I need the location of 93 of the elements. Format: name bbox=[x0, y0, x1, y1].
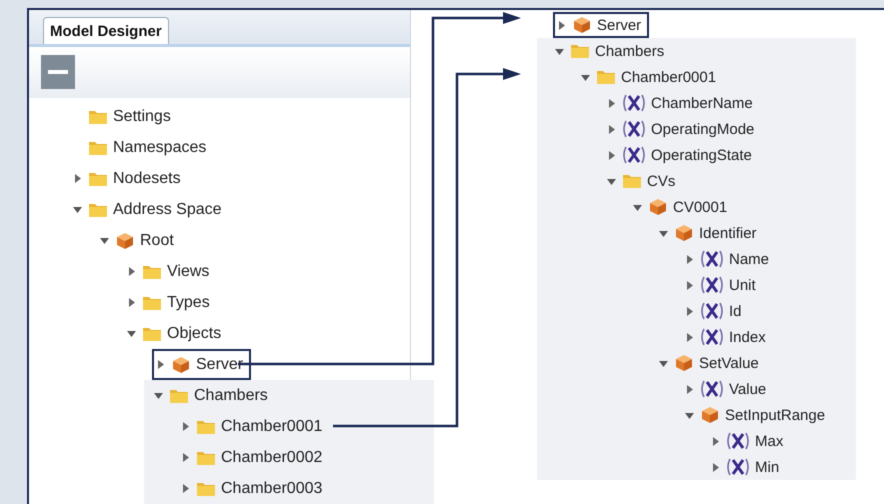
variable-icon bbox=[726, 432, 750, 450]
tree-item[interactable]: Chamber0002 bbox=[179, 442, 322, 473]
expanded-triangle-icon[interactable] bbox=[658, 358, 668, 368]
tree-item[interactable]: Chambers bbox=[152, 380, 268, 411]
cube-icon bbox=[674, 354, 694, 372]
expanded-triangle-icon[interactable] bbox=[658, 228, 668, 238]
variable-icon bbox=[700, 250, 724, 268]
tree-item[interactable]: Chamber0001 bbox=[179, 411, 322, 442]
folder-icon bbox=[88, 140, 108, 156]
cube-icon bbox=[648, 198, 668, 216]
collapsed-triangle-icon[interactable] bbox=[684, 280, 694, 290]
variable-icon bbox=[726, 458, 750, 476]
tree-item[interactable]: Unit bbox=[683, 272, 756, 298]
collapsed-triangle-icon[interactable] bbox=[606, 98, 616, 108]
collapse-button[interactable] bbox=[41, 55, 75, 90]
collapsed-triangle-icon[interactable] bbox=[126, 298, 136, 307]
tree-item[interactable]: Objects bbox=[125, 318, 222, 349]
tree-item[interactable]: Root bbox=[98, 225, 174, 256]
cube-icon bbox=[115, 232, 135, 250]
collapsed-triangle-icon[interactable] bbox=[710, 462, 720, 472]
tree-item[interactable]: Views bbox=[125, 256, 210, 287]
folder-icon bbox=[88, 202, 108, 218]
folder-icon bbox=[142, 294, 162, 310]
tree-item[interactable]: CVs bbox=[605, 168, 676, 194]
tree-item[interactable]: Address Space bbox=[71, 194, 222, 225]
folder-icon bbox=[169, 388, 189, 404]
variable-icon bbox=[622, 120, 646, 138]
folder-icon bbox=[596, 69, 616, 85]
collapsed-triangle-icon[interactable] bbox=[684, 254, 694, 264]
variable-icon bbox=[700, 276, 724, 294]
tree-item[interactable]: Chamber0003 bbox=[179, 473, 322, 504]
cube-icon bbox=[572, 16, 592, 34]
tree-item[interactable]: OperatingMode bbox=[605, 116, 754, 142]
tree-item[interactable]: Nodesets bbox=[71, 163, 181, 194]
collapsed-triangle-icon[interactable] bbox=[684, 332, 694, 342]
expanded-triangle-icon[interactable] bbox=[126, 329, 136, 338]
cube-icon bbox=[674, 224, 694, 242]
tree-item[interactable]: Namespaces bbox=[71, 132, 206, 163]
tree-item[interactable]: Server bbox=[152, 349, 252, 380]
tree-item[interactable]: Chambers bbox=[553, 38, 664, 64]
folder-icon bbox=[196, 418, 216, 434]
tree-item[interactable]: Identifier bbox=[657, 220, 757, 246]
tree-item[interactable]: CV0001 bbox=[631, 194, 728, 220]
collapsed-triangle-icon[interactable] bbox=[180, 453, 190, 462]
tree-item[interactable]: OperatingState bbox=[605, 142, 752, 168]
tree-item[interactable]: SetInputRange bbox=[683, 402, 826, 428]
collapsed-triangle-icon[interactable] bbox=[156, 360, 164, 369]
folder-icon bbox=[196, 480, 216, 496]
model-designer-tab[interactable]: Model Designer bbox=[43, 16, 169, 44]
collapsed-triangle-icon[interactable] bbox=[684, 384, 694, 394]
tree-item[interactable]: Min bbox=[709, 454, 780, 480]
cube-icon bbox=[700, 406, 720, 424]
cube-icon bbox=[171, 356, 191, 374]
expanded-triangle-icon[interactable] bbox=[554, 46, 564, 56]
folder-icon bbox=[570, 43, 590, 59]
tree-item[interactable]: Name bbox=[683, 246, 770, 272]
collapsed-triangle-icon[interactable] bbox=[710, 436, 720, 446]
folder-icon bbox=[142, 264, 162, 280]
variable-icon bbox=[700, 328, 724, 346]
folder-icon bbox=[88, 108, 108, 124]
tree-item[interactable]: Server bbox=[553, 12, 650, 38]
expanded-triangle-icon[interactable] bbox=[580, 72, 590, 82]
tree-item[interactable]: Id bbox=[683, 298, 742, 324]
folder-icon bbox=[142, 326, 162, 342]
expanded-triangle-icon[interactable] bbox=[72, 205, 82, 214]
tree-item[interactable]: ChamberName bbox=[605, 90, 753, 116]
folder-icon bbox=[88, 170, 108, 186]
expanded-triangle-icon[interactable] bbox=[100, 236, 108, 245]
collapsed-triangle-icon[interactable] bbox=[684, 306, 694, 316]
tree-item[interactable]: Index bbox=[683, 324, 766, 350]
tree-item[interactable]: Max bbox=[709, 428, 784, 454]
variable-icon bbox=[700, 380, 724, 398]
variable-icon bbox=[622, 146, 646, 164]
collapsed-triangle-icon[interactable] bbox=[606, 150, 616, 160]
folder-icon bbox=[622, 173, 642, 189]
tree-item[interactable]: Chamber0001 bbox=[579, 64, 716, 90]
expanded-triangle-icon[interactable] bbox=[632, 202, 642, 212]
collapsed-triangle-icon[interactable] bbox=[180, 484, 190, 493]
variable-icon bbox=[700, 302, 724, 320]
tree-item[interactable]: Settings bbox=[71, 101, 171, 132]
collapsed-triangle-icon[interactable] bbox=[72, 174, 82, 183]
tree-item[interactable]: Types bbox=[125, 287, 210, 318]
expanded-triangle-icon[interactable] bbox=[684, 410, 694, 420]
collapsed-triangle-icon[interactable] bbox=[126, 267, 136, 276]
tree-item[interactable]: Value bbox=[683, 376, 766, 402]
variable-icon bbox=[622, 94, 646, 112]
collapsed-triangle-icon[interactable] bbox=[556, 20, 566, 30]
expanded-triangle-icon[interactable] bbox=[606, 176, 616, 186]
folder-icon bbox=[196, 450, 216, 466]
tree-item[interactable]: SetValue bbox=[657, 350, 759, 376]
collapsed-triangle-icon[interactable] bbox=[606, 124, 616, 134]
collapsed-triangle-icon[interactable] bbox=[180, 422, 190, 431]
expanded-triangle-icon[interactable] bbox=[154, 391, 162, 400]
